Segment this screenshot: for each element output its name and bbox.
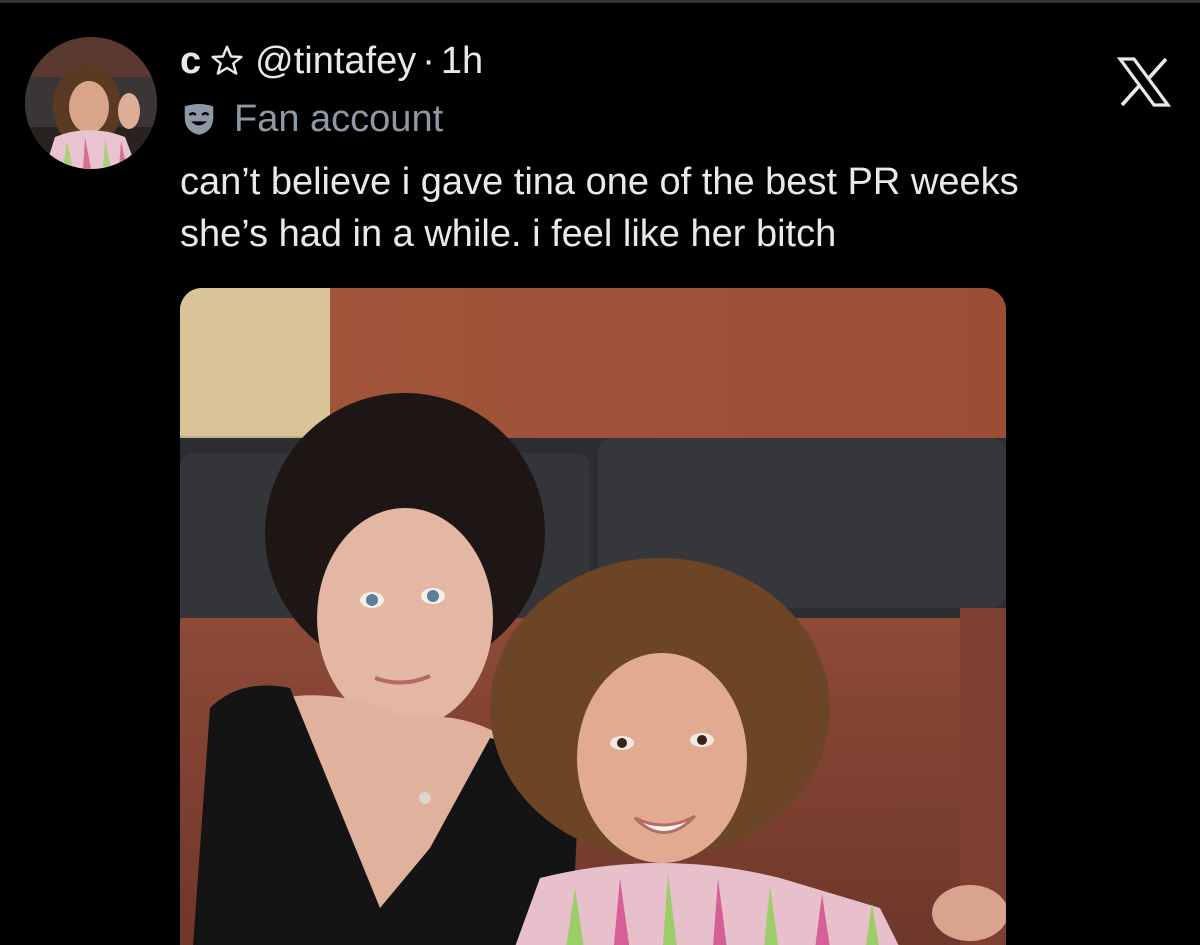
- theater-mask-icon: [184, 103, 214, 135]
- fan-account-label: Fan account: [234, 97, 444, 140]
- timestamp[interactable]: 1h: [441, 36, 483, 86]
- separator-dot: ·: [422, 40, 435, 82]
- handle[interactable]: @tintafey: [255, 36, 416, 86]
- photo-two-women-on-booth: [180, 288, 1006, 945]
- tweet-header: c @tintafey · 1h: [180, 36, 483, 86]
- avatar-image: [25, 37, 157, 169]
- star-outline-icon: [211, 45, 243, 75]
- tweet-text-line-2: she’s had in a while. i feel like her bi…: [180, 213, 837, 255]
- tweet-text: can’t believe i gave tina one of the bes…: [180, 156, 1170, 260]
- tweet-photo[interactable]: [180, 288, 1006, 945]
- tweet-text-line-1: can’t believe i gave tina one of the bes…: [180, 161, 1019, 203]
- x-logo-icon: [1116, 57, 1172, 107]
- avatar[interactable]: [25, 37, 157, 169]
- display-name[interactable]: c: [180, 36, 201, 86]
- account-label: Fan account: [180, 96, 443, 142]
- top-divider: [0, 0, 1200, 3]
- tweet-screenshot: c @tintafey · 1h Fan account can’t belie…: [0, 0, 1200, 945]
